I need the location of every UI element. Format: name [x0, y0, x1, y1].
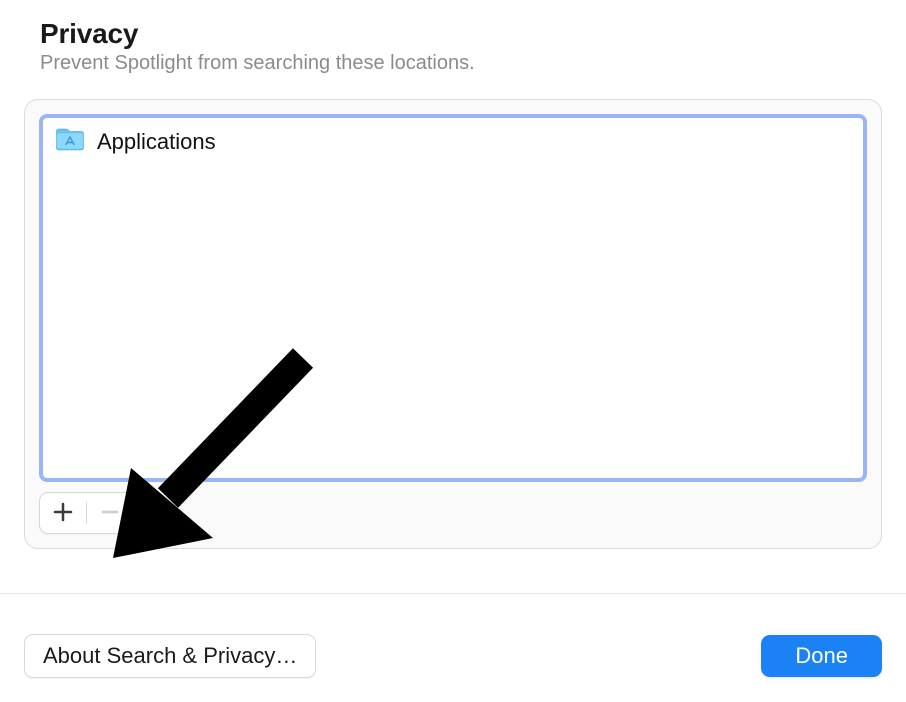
privacy-panel: Applications [24, 99, 882, 549]
done-button[interactable]: Done [761, 635, 882, 677]
page-title: Privacy [40, 18, 866, 50]
about-search-privacy-button[interactable]: About Search & Privacy… [24, 634, 316, 678]
applications-folder-icon [55, 126, 85, 158]
page-subtitle: Prevent Spotlight from searching these l… [40, 52, 866, 75]
minus-icon [100, 502, 120, 525]
plus-icon [53, 502, 73, 525]
add-remove-control [39, 492, 134, 534]
excluded-locations-list[interactable]: Applications [39, 114, 867, 482]
remove-button[interactable] [87, 493, 133, 533]
list-item-label: Applications [97, 129, 216, 155]
footer: About Search & Privacy… Done [0, 594, 906, 678]
list-item[interactable]: Applications [43, 118, 863, 166]
add-button[interactable] [40, 493, 86, 533]
